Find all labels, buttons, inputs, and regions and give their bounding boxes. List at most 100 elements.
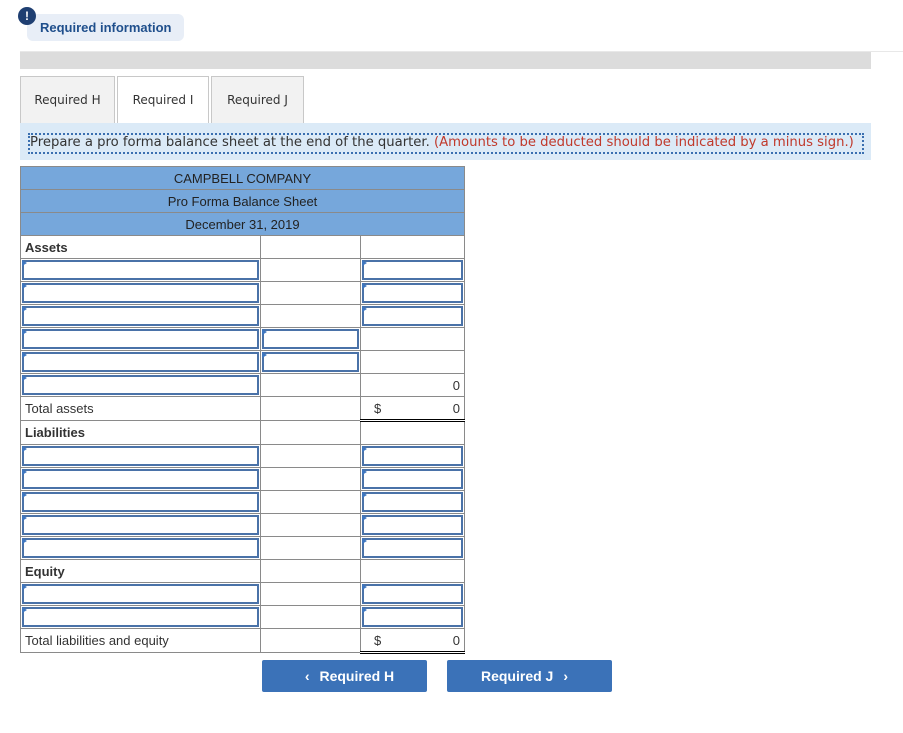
- empty-cell: [360, 350, 465, 374]
- dropdown-marker-icon: [362, 538, 367, 544]
- instruction-note: (Amounts to be deducted should be indica…: [434, 135, 854, 150]
- empty-cell: [260, 235, 361, 259]
- next-button-label: Required J: [480, 668, 554, 684]
- total-liabilities-equity-label: Total liabilities and equity: [20, 628, 261, 653]
- dropdown-marker-icon: [362, 492, 367, 498]
- dropdown-marker-icon: [22, 492, 27, 498]
- dropdown-marker-icon: [22, 352, 27, 358]
- liability-row: [20, 513, 465, 537]
- dropdown-marker-icon: [22, 515, 27, 521]
- liability-row: [20, 490, 465, 514]
- dropdown-marker-icon: [22, 607, 27, 613]
- asset-amount-input[interactable]: [360, 304, 465, 328]
- tab-bar: Required H Required I Required J: [20, 76, 306, 125]
- equity-row: [20, 582, 465, 606]
- dropdown-marker-icon: [362, 260, 367, 266]
- empty-cell: [360, 235, 465, 259]
- tab-required-i[interactable]: Required I: [117, 76, 209, 125]
- tab-required-j[interactable]: Required J: [211, 76, 304, 124]
- dropdown-marker-icon: [22, 538, 27, 544]
- asset-amount-input[interactable]: [360, 258, 465, 282]
- total-liabilities-equity-cell: $ 0: [360, 628, 465, 654]
- dropdown-marker-icon: [362, 607, 367, 613]
- dropdown-marker-icon: [362, 584, 367, 590]
- statement-date: December 31, 2019: [20, 212, 465, 236]
- dropdown-marker-icon: [22, 260, 27, 266]
- liability-account-select[interactable]: [20, 513, 261, 537]
- chevron-right-icon: ›: [563, 668, 569, 684]
- empty-cell: [260, 513, 361, 537]
- empty-cell: [260, 605, 361, 629]
- asset-row: [20, 281, 465, 305]
- liability-account-select[interactable]: [20, 490, 261, 514]
- empty-cell: [260, 396, 361, 421]
- asset-account-select[interactable]: [20, 281, 261, 305]
- asset-account-select[interactable]: [20, 258, 261, 282]
- asset-account-select[interactable]: [20, 350, 261, 374]
- asset-subamount-input[interactable]: [260, 327, 361, 351]
- total-liabilities-equity-value: 0: [452, 633, 460, 648]
- equity-amount-input[interactable]: [360, 605, 465, 629]
- instruction-main: Prepare a pro forma balance sheet at the…: [30, 135, 430, 150]
- dropdown-marker-icon: [22, 329, 27, 335]
- required-information-button[interactable]: Required information: [27, 14, 185, 41]
- total-liabilities-equity-row: Total liabilities and equity $ 0: [20, 628, 465, 654]
- total-assets-label: Total assets: [20, 396, 261, 421]
- asset-net-value: 0: [360, 373, 465, 397]
- previous-required-h-button[interactable]: ‹ Required H: [262, 660, 427, 692]
- liability-account-select[interactable]: [20, 536, 261, 560]
- liability-amount-input[interactable]: [360, 536, 465, 560]
- empty-cell: [260, 490, 361, 514]
- asset-subamount-input[interactable]: [260, 350, 361, 374]
- currency-symbol: $: [374, 633, 382, 648]
- dropdown-marker-icon: [22, 283, 27, 289]
- empty-cell: [260, 444, 361, 468]
- dropdown-marker-icon: [362, 515, 367, 521]
- empty-cell: [260, 304, 361, 328]
- total-assets-cell: $ 0: [360, 396, 465, 422]
- asset-amount-input[interactable]: [360, 281, 465, 305]
- liability-amount-input[interactable]: [360, 467, 465, 491]
- asset-account-select[interactable]: [20, 304, 261, 328]
- asset-account-select[interactable]: [20, 373, 261, 397]
- asset-row: [20, 258, 465, 282]
- balance-sheet-table: CAMPBELL COMPANY Pro Forma Balance Sheet…: [20, 166, 465, 654]
- total-assets-row: Total assets $ 0: [20, 396, 465, 422]
- assets-heading: Assets: [20, 235, 261, 259]
- empty-cell: [360, 559, 465, 583]
- liability-row: [20, 467, 465, 491]
- liability-amount-input[interactable]: [360, 513, 465, 537]
- empty-cell: [260, 628, 361, 653]
- liability-amount-input[interactable]: [360, 444, 465, 468]
- empty-cell: [260, 582, 361, 606]
- dropdown-marker-icon: [362, 469, 367, 475]
- empty-cell: [260, 258, 361, 282]
- empty-cell: [260, 559, 361, 583]
- instruction-text: Prepare a pro forma balance sheet at the…: [30, 133, 854, 152]
- liability-amount-input[interactable]: [360, 490, 465, 514]
- dropdown-marker-icon: [362, 283, 367, 289]
- statement-title: Pro Forma Balance Sheet: [20, 189, 465, 213]
- dropdown-marker-icon: [262, 329, 267, 335]
- asset-row: [20, 304, 465, 328]
- required-information-label: Required information: [40, 20, 172, 35]
- next-required-j-button[interactable]: Required J ›: [447, 660, 612, 692]
- empty-cell: [260, 420, 361, 445]
- liability-account-select[interactable]: [20, 467, 261, 491]
- company-name: CAMPBELL COMPANY: [20, 166, 465, 190]
- asset-row: [20, 327, 465, 351]
- empty-cell: [260, 281, 361, 305]
- equity-account-select[interactable]: [20, 605, 261, 629]
- dropdown-marker-icon: [22, 469, 27, 475]
- empty-cell: [260, 467, 361, 491]
- equity-row: [20, 605, 465, 629]
- equity-account-select[interactable]: [20, 582, 261, 606]
- asset-account-select[interactable]: [20, 327, 261, 351]
- progress-bar: [20, 52, 871, 69]
- equity-amount-input[interactable]: [360, 582, 465, 606]
- dropdown-marker-icon: [362, 446, 367, 452]
- tab-required-h[interactable]: Required H: [20, 76, 115, 124]
- empty-cell: [260, 373, 361, 397]
- liability-account-select[interactable]: [20, 444, 261, 468]
- dropdown-marker-icon: [22, 446, 27, 452]
